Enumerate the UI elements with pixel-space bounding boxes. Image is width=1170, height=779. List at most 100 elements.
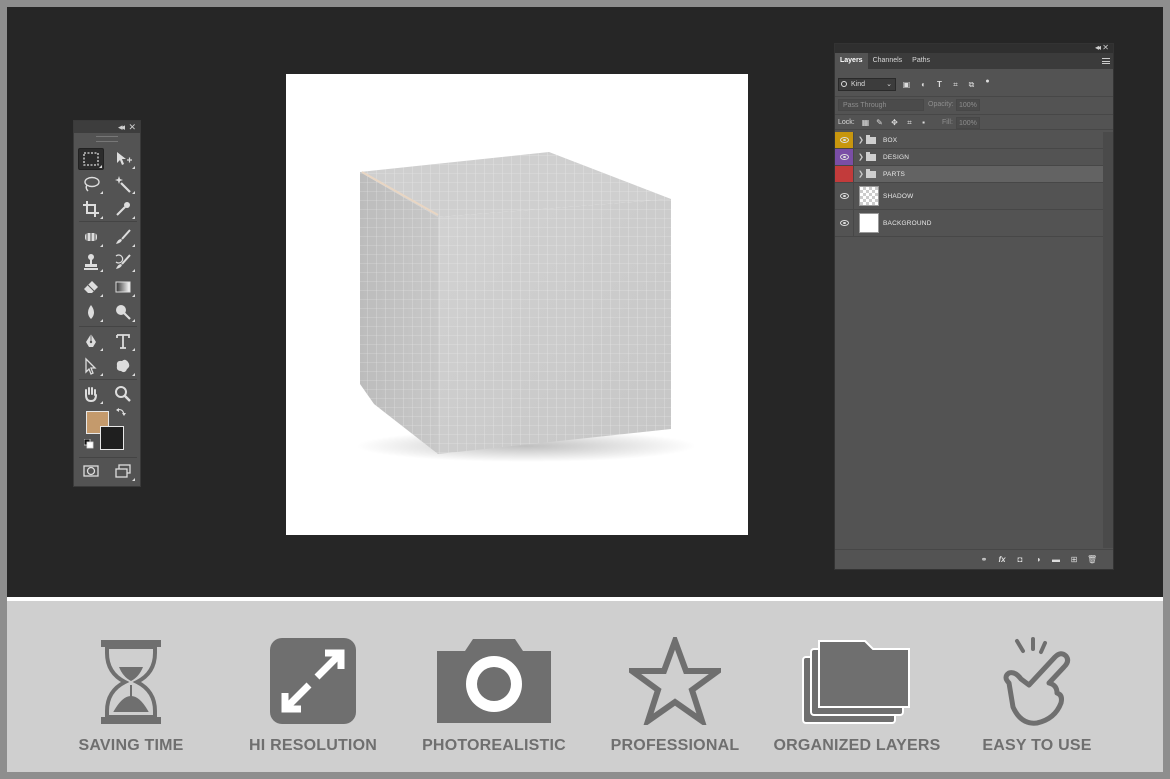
pen-tool[interactable] — [78, 330, 104, 352]
rectangular-marquee-tool[interactable] — [78, 148, 104, 170]
eraser-tool[interactable] — [78, 276, 104, 298]
hand-tool[interactable] — [78, 383, 104, 405]
visibility-toggle[interactable] — [835, 149, 854, 165]
quick-mask-icon — [83, 465, 99, 477]
folder-icon — [866, 169, 876, 178]
panel-grip[interactable] — [96, 136, 118, 142]
swap-colors-icon[interactable] — [116, 407, 126, 417]
lock-transparent-icon[interactable]: ▦ — [861, 118, 870, 127]
lock-row: Lock: ▦ ✎ ✥ ⌗ ▪ Fill: 100% — [835, 114, 1113, 130]
delete-layer-icon[interactable]: 🗑 — [1087, 555, 1097, 565]
zoom-tool[interactable] — [110, 383, 136, 405]
expand-icon — [270, 638, 356, 724]
layer-name: PARTS — [883, 171, 906, 178]
visibility-toggle[interactable] — [835, 132, 854, 148]
custom-shape-tool[interactable] — [110, 355, 136, 377]
chevron-right-icon[interactable]: ❯ — [858, 136, 864, 144]
layers-footer: ⚭ fx ◘ ◑ ▬ ⊞ 🗑 — [835, 549, 1113, 569]
tab-channels[interactable]: Channels — [868, 53, 908, 69]
feature-organized-layers: ORGANIZED LAYERS — [767, 637, 947, 757]
default-colors-icon[interactable] — [84, 439, 94, 449]
clone-stamp-tool[interactable] — [78, 251, 104, 273]
lock-image-icon[interactable]: ✎ — [875, 118, 884, 127]
path-selection-icon — [85, 357, 97, 375]
pen-icon — [86, 334, 96, 347]
type-filter-icon[interactable]: T — [935, 80, 944, 89]
layer-row-background[interactable]: BACKGROUND — [835, 210, 1104, 237]
layers-panel-topbar: ◂◂ ✕ — [835, 43, 1113, 53]
document-canvas[interactable] — [286, 74, 748, 535]
kind-filter-dropdown[interactable]: Kind ⌄ — [838, 78, 896, 91]
collapse-panel-icon[interactable]: ◂◂ — [1095, 43, 1101, 52]
chevron-right-icon[interactable]: ❯ — [858, 153, 864, 161]
tab-paths[interactable]: Paths — [907, 53, 935, 69]
gradient-tool[interactable] — [110, 276, 136, 298]
layer-row-shadow[interactable]: SHADOW — [835, 183, 1104, 210]
eye-icon — [840, 220, 849, 226]
feature-hi-resolution: HI RESOLUTION — [223, 637, 403, 757]
screen-mode-button[interactable] — [110, 460, 136, 482]
visibility-toggle[interactable] — [835, 183, 854, 209]
pointing-hand-icon — [1003, 637, 1071, 726]
blend-mode-dropdown[interactable]: Pass Through — [838, 99, 924, 111]
eye-icon — [840, 193, 849, 199]
shape-filter-icon[interactable]: ⌗ — [951, 80, 960, 89]
add-mask-icon[interactable]: ◘ — [1015, 555, 1025, 565]
fill-field[interactable]: 100% — [956, 117, 980, 129]
layer-row-box[interactable]: ❯ BOX — [835, 132, 1104, 149]
history-brush-tool[interactable] — [110, 251, 136, 273]
collapse-panel-icon[interactable]: ◂◂ — [118, 121, 125, 133]
move-tool[interactable] — [110, 148, 136, 170]
magic-wand-icon — [115, 176, 131, 193]
brush-tool[interactable] — [110, 226, 136, 248]
layer-list: ❯ BOX ❯ DESIGN ❯ PARTS SHADOW BACKGROUND — [835, 132, 1104, 237]
crop-tool[interactable] — [78, 198, 104, 220]
blend-row: Pass Through Opacity: 100% — [835, 96, 1113, 112]
adjustment-filter-icon[interactable]: ◐ — [919, 80, 928, 89]
eyedropper-tool[interactable] — [110, 198, 136, 220]
layer-row-design[interactable]: ❯ DESIGN — [835, 149, 1104, 166]
zoom-icon — [115, 386, 131, 402]
hourglass-icon — [101, 640, 161, 724]
feature-label: SAVING TIME — [78, 737, 184, 754]
lasso-tool[interactable] — [78, 173, 104, 195]
blur-icon — [88, 305, 94, 319]
background-color-swatch[interactable] — [100, 426, 124, 450]
path-selection-tool[interactable] — [78, 355, 104, 377]
brush-icon — [116, 229, 131, 244]
tools-panel: ◂◂ ✕ — [73, 120, 141, 487]
panel-menu-icon[interactable] — [1102, 58, 1110, 64]
lock-position-icon[interactable]: ✥ — [890, 118, 899, 127]
spot-healing-tool[interactable] — [78, 226, 104, 248]
lock-all-icon[interactable]: ▪ — [919, 118, 928, 127]
custom-shape-icon — [116, 359, 130, 373]
quick-mask-button[interactable] — [78, 460, 104, 482]
close-panel-icon[interactable]: ✕ — [128, 121, 136, 133]
blur-tool[interactable] — [78, 301, 104, 323]
dodge-tool[interactable] — [110, 301, 136, 323]
close-panel-icon[interactable]: ✕ — [1102, 43, 1109, 52]
layers-panel: ◂◂ ✕ Layers Channels Paths Kind ⌄ ▣ ◐ T … — [834, 43, 1114, 570]
lock-artboard-icon[interactable]: ⌗ — [905, 118, 914, 127]
layers-scrollbar[interactable] — [1103, 132, 1113, 548]
filter-toggle-icon[interactable]: ● — [983, 77, 992, 86]
new-group-icon[interactable]: ▬ — [1051, 555, 1061, 565]
type-tool[interactable] — [110, 330, 136, 352]
visibility-toggle[interactable] — [835, 166, 854, 182]
opacity-field[interactable]: 100% — [956, 99, 980, 111]
fx-icon[interactable]: fx — [997, 555, 1007, 565]
gradient-icon — [115, 281, 131, 293]
photoshop-workspace: ◂◂ ✕ ◂◂ ✕ Layers Channels Paths Kind ⌄ ▣… — [7, 7, 1163, 597]
screen-mode-icon — [115, 464, 131, 478]
magic-wand-tool[interactable] — [110, 173, 136, 195]
visibility-toggle[interactable] — [835, 210, 854, 236]
link-layers-icon[interactable]: ⚭ — [979, 555, 989, 565]
new-layer-icon[interactable]: ⊞ — [1069, 555, 1079, 565]
layer-row-parts[interactable]: ❯ PARTS — [835, 166, 1104, 183]
tab-layers[interactable]: Layers — [835, 53, 868, 69]
adjustment-layer-icon[interactable]: ◑ — [1033, 555, 1043, 565]
pixel-filter-icon[interactable]: ▣ — [902, 80, 911, 89]
hand-icon — [85, 387, 97, 403]
chevron-right-icon[interactable]: ❯ — [858, 170, 864, 178]
smart-object-filter-icon[interactable]: ⧉ — [967, 80, 976, 89]
